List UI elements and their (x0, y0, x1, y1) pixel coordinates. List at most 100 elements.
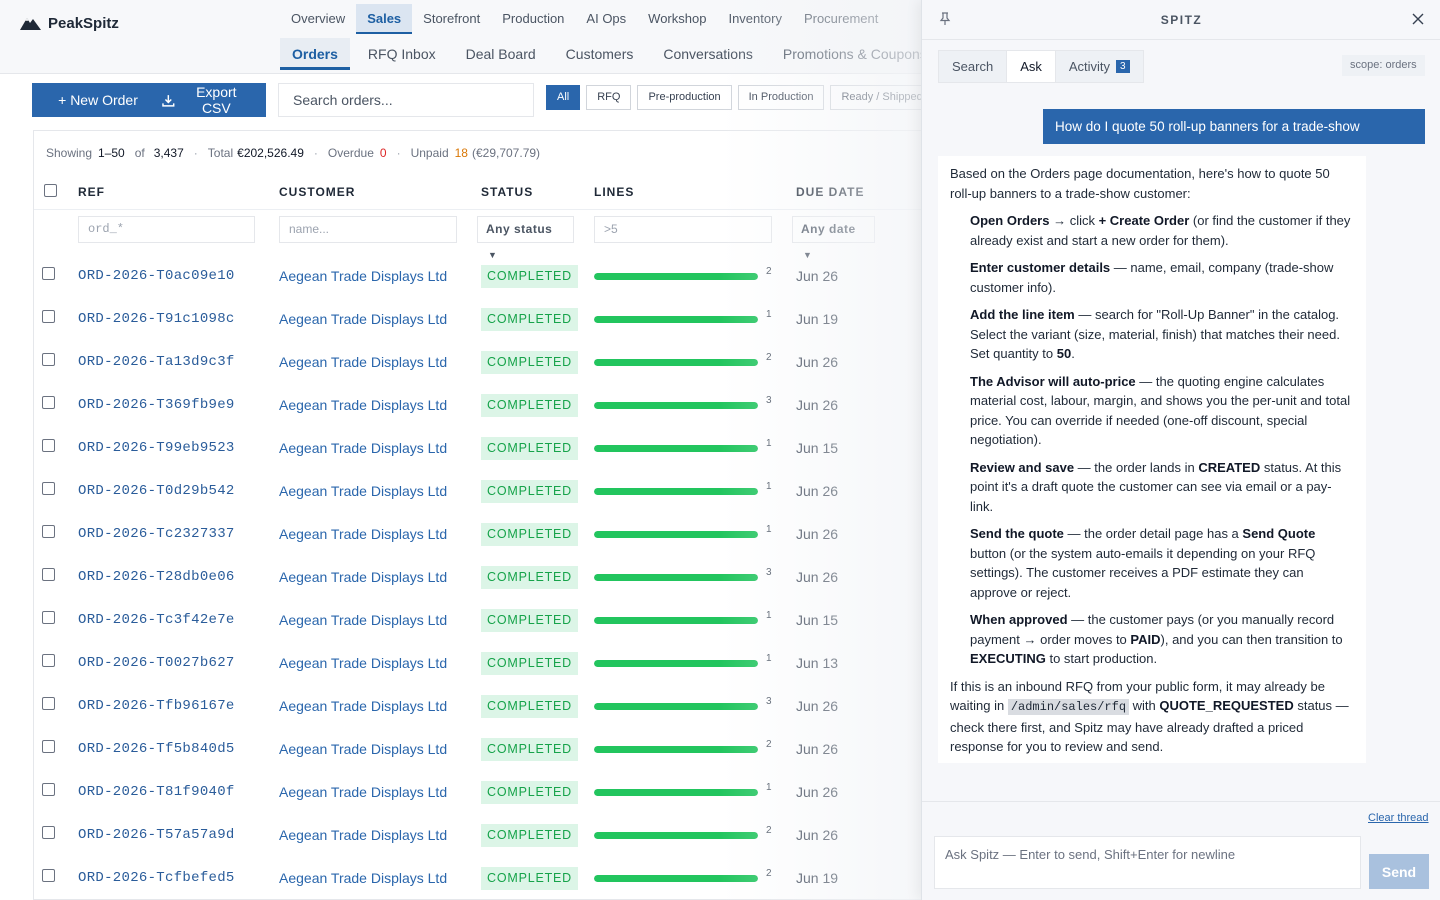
order-ref-link[interactable]: ORD-2026-Tfb96167e (78, 698, 235, 714)
order-ref-link[interactable]: ORD-2026-Tcfbefed5 (78, 870, 235, 886)
row-checkbox[interactable] (42, 353, 55, 366)
row-checkbox[interactable] (42, 439, 55, 452)
order-ref-link[interactable]: ORD-2026-Tc3f42e7e (78, 612, 235, 628)
customer-link[interactable]: Aegean Trade Displays Ltd (279, 827, 447, 843)
customer-link[interactable]: Aegean Trade Displays Ltd (279, 612, 447, 628)
col-lines[interactable]: LINES (594, 185, 634, 199)
order-ref-link[interactable]: ORD-2026-T0027b627 (78, 655, 235, 671)
customer-link[interactable]: Aegean Trade Displays Ltd (279, 784, 447, 800)
customer-link[interactable]: Aegean Trade Displays Ltd (279, 311, 447, 327)
search-orders-input[interactable] (278, 83, 534, 117)
select-all-checkbox[interactable] (44, 184, 57, 197)
col-due-date[interactable]: DUE DATE (796, 185, 864, 199)
chip-all[interactable]: All (546, 85, 581, 110)
tab-search[interactable]: Search (939, 51, 1006, 82)
subnav-orders[interactable]: Orders (280, 38, 350, 70)
row-checkbox[interactable] (42, 654, 55, 667)
tab-activity[interactable]: Activity 3 (1056, 51, 1143, 82)
new-order-button[interactable]: + New Order (32, 83, 164, 117)
nav-ai-ops[interactable]: AI Ops (575, 4, 637, 34)
table-row[interactable]: ORD-2026-T57a57a9d Aegean Trade Displays … (34, 813, 952, 856)
customer-filter-input[interactable]: name... (279, 216, 457, 243)
table-row[interactable]: ORD-2026-T91c1098c Aegean Trade Displays … (34, 297, 952, 340)
order-ref-link[interactable]: ORD-2026-Tf5b840d5 (78, 741, 235, 757)
subnav-customers[interactable]: Customers (554, 38, 646, 70)
customer-link[interactable]: Aegean Trade Displays Ltd (279, 526, 447, 542)
lines-filter-input[interactable]: >5 (594, 216, 772, 243)
row-checkbox[interactable] (42, 310, 55, 323)
row-checkbox[interactable] (42, 740, 55, 753)
chip-ready-shipped[interactable]: Ready / Shipped (830, 85, 934, 110)
row-checkbox[interactable] (42, 396, 55, 409)
customer-link[interactable]: Aegean Trade Displays Ltd (279, 870, 447, 886)
chip-in-production[interactable]: In Production (737, 85, 825, 110)
subnav-rfq-inbox[interactable]: RFQ Inbox (356, 38, 448, 70)
row-checkbox[interactable] (42, 525, 55, 538)
date-filter-select[interactable]: Any date ▼ (792, 216, 875, 260)
table-row[interactable]: ORD-2026-Tfb96167e Aegean Trade Displays … (34, 684, 952, 727)
table-row[interactable]: ORD-2026-T99eb9523 Aegean Trade Displays … (34, 426, 952, 469)
order-ref-link[interactable]: ORD-2026-T369fb9e9 (78, 397, 235, 413)
ref-filter-input[interactable]: ord_* (78, 216, 255, 243)
table-row[interactable]: ORD-2026-T369fb9e9 Aegean Trade Displays … (34, 383, 952, 426)
export-csv-button[interactable]: Export CSV (148, 83, 266, 117)
nav-sales[interactable]: Sales (356, 4, 413, 34)
nav-inventory[interactable]: Inventory (717, 4, 792, 34)
col-customer[interactable]: CUSTOMER (279, 185, 355, 199)
chip-rfq[interactable]: RFQ (586, 85, 632, 110)
customer-link[interactable]: Aegean Trade Displays Ltd (279, 268, 447, 284)
nav-procurement[interactable]: Procurement (793, 4, 889, 34)
row-checkbox[interactable] (42, 697, 55, 710)
col-status[interactable]: STATUS (481, 185, 533, 199)
status-filter-select[interactable]: Any status ▼ (477, 216, 574, 260)
row-checkbox[interactable] (42, 826, 55, 839)
order-ref-link[interactable]: ORD-2026-Ta13d9c3f (78, 354, 235, 370)
customer-link[interactable]: Aegean Trade Displays Ltd (279, 741, 447, 757)
table-row[interactable]: ORD-2026-Tc2327337 Aegean Trade Displays … (34, 512, 952, 555)
customer-link[interactable]: Aegean Trade Displays Ltd (279, 483, 447, 499)
row-checkbox[interactable] (42, 568, 55, 581)
subnav-conversations[interactable]: Conversations (651, 38, 765, 70)
order-ref-link[interactable]: ORD-2026-T0d29b542 (78, 483, 235, 499)
row-checkbox[interactable] (42, 482, 55, 495)
clear-thread-link[interactable]: Clear thread (1368, 812, 1429, 824)
order-ref-link[interactable]: ORD-2026-T81f9040f (78, 784, 235, 800)
order-ref-link[interactable]: ORD-2026-T99eb9523 (78, 440, 235, 456)
ask-spitz-input[interactable] (934, 836, 1361, 889)
row-checkbox[interactable] (42, 783, 55, 796)
table-row[interactable]: ORD-2026-T28db0e06 Aegean Trade Displays … (34, 555, 952, 598)
row-checkbox[interactable] (42, 267, 55, 280)
subnav-promotions[interactable]: Promotions & Coupons (771, 38, 939, 70)
table-row[interactable]: ORD-2026-Tcfbefed5 Aegean Trade Displays … (34, 856, 952, 899)
table-row[interactable]: ORD-2026-T0d29b542 Aegean Trade Displays … (34, 469, 952, 512)
subnav-deal-board[interactable]: Deal Board (454, 38, 548, 70)
send-button[interactable]: Send (1369, 854, 1429, 889)
order-ref-link[interactable]: ORD-2026-T28db0e06 (78, 569, 235, 585)
order-ref-link[interactable]: ORD-2026-T91c1098c (78, 311, 235, 327)
customer-link[interactable]: Aegean Trade Displays Ltd (279, 440, 447, 456)
tab-ask[interactable]: Ask (1006, 51, 1056, 82)
table-row[interactable]: ORD-2026-T81f9040f Aegean Trade Displays … (34, 770, 952, 813)
table-row[interactable]: ORD-2026-T0ac09e10 Aegean Trade Displays … (34, 254, 952, 297)
table-row[interactable]: ORD-2026-Tf5b840d5 Aegean Trade Displays … (34, 727, 952, 770)
customer-link[interactable]: Aegean Trade Displays Ltd (279, 655, 447, 671)
customer-link[interactable]: Aegean Trade Displays Ltd (279, 698, 447, 714)
row-checkbox[interactable] (42, 611, 55, 624)
customer-link[interactable]: Aegean Trade Displays Ltd (279, 569, 447, 585)
nav-storefront[interactable]: Storefront (412, 4, 491, 34)
col-ref[interactable]: REF (78, 185, 105, 199)
table-row[interactable]: ORD-2026-T0027b627 Aegean Trade Displays … (34, 641, 952, 684)
chip-pre-production[interactable]: Pre-production (637, 85, 732, 110)
brand[interactable]: PeakSpitz (20, 12, 119, 34)
nav-workshop[interactable]: Workshop (637, 4, 717, 34)
customer-link[interactable]: Aegean Trade Displays Ltd (279, 354, 447, 370)
nav-production[interactable]: Production (491, 4, 575, 34)
nav-overview[interactable]: Overview (280, 4, 356, 34)
order-ref-link[interactable]: ORD-2026-T57a57a9d (78, 827, 235, 843)
row-checkbox[interactable] (42, 869, 55, 882)
close-icon[interactable] (1411, 12, 1425, 26)
table-row[interactable]: ORD-2026-Ta13d9c3f Aegean Trade Displays … (34, 340, 952, 383)
customer-link[interactable]: Aegean Trade Displays Ltd (279, 397, 447, 413)
table-row[interactable]: ORD-2026-Tc3f42e7e Aegean Trade Displays … (34, 598, 952, 641)
order-ref-link[interactable]: ORD-2026-T0ac09e10 (78, 268, 235, 284)
